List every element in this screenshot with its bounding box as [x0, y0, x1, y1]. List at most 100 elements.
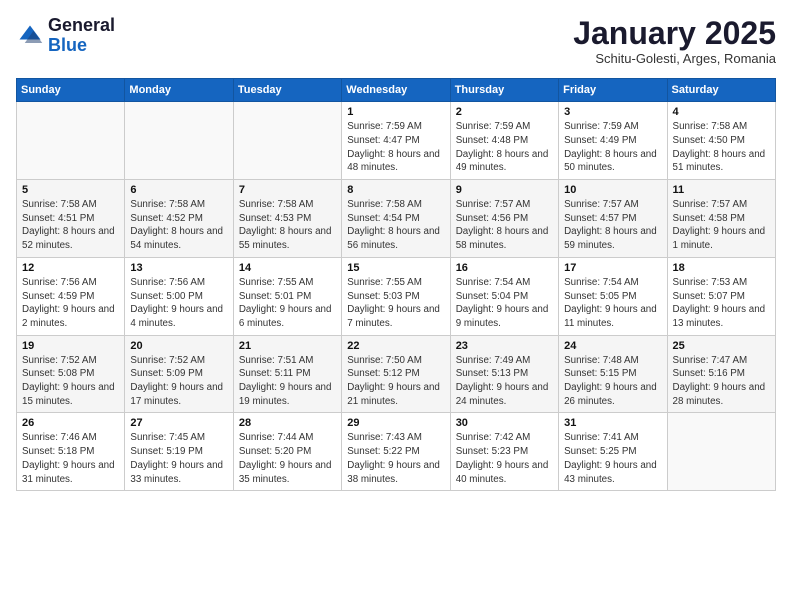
calendar-cell: 23Sunrise: 7:49 AM Sunset: 5:13 PM Dayli…: [450, 335, 558, 413]
day-number: 28: [239, 417, 336, 429]
day-info: Sunrise: 7:59 AM Sunset: 4:47 PM Dayligh…: [347, 120, 444, 175]
day-info: Sunrise: 7:42 AM Sunset: 5:23 PM Dayligh…: [456, 431, 553, 486]
day-info: Sunrise: 7:59 AM Sunset: 4:48 PM Dayligh…: [456, 120, 553, 175]
day-info: Sunrise: 7:50 AM Sunset: 5:12 PM Dayligh…: [347, 354, 444, 409]
calendar-cell: 1 Sunrise: 7:59 AM Sunset: 4:47 PM Daylig…: [342, 102, 450, 180]
day-header-monday: Monday: [125, 79, 233, 102]
day-number: 2: [456, 106, 553, 118]
calendar-cell: 17 Sunrise: 7:54 AM Sunset: 5:05 PM Dayli…: [559, 257, 667, 335]
day-number: 1: [347, 106, 444, 118]
calendar-cell: 30 Sunrise: 7:42 AM Sunset: 5:23 PM Dayli…: [450, 413, 558, 491]
day-number: 29: [347, 417, 444, 429]
day-info: Sunrise: 7:58 AM Sunset: 4:52 PM Dayligh…: [130, 198, 227, 253]
day-number: 15: [347, 262, 444, 274]
day-number: 21: [239, 340, 336, 352]
day-number: 12: [22, 262, 119, 274]
day-info: Sunrise: 7:58 AM Sunset: 4:53 PM Dayligh…: [239, 198, 336, 253]
calendar-cell: 10 Sunrise: 7:57 AM Sunset: 4:57 PM Dayli…: [559, 180, 667, 258]
calendar-cell: 18Sunrise: 7:53 AM Sunset: 5:07 PM Dayli…: [667, 257, 775, 335]
day-number: 5: [22, 184, 119, 196]
logo: General Blue: [16, 16, 115, 56]
calendar-cell: 16 Sunrise: 7:54 AM Sunset: 5:04 PM Dayli…: [450, 257, 558, 335]
calendar-cell: 21Sunrise: 7:51 AM Sunset: 5:11 PM Dayli…: [233, 335, 341, 413]
day-info: Sunrise: 7:56 AM Sunset: 5:00 PM Dayligh…: [130, 276, 227, 331]
day-number: 4: [673, 106, 770, 118]
calendar-cell: 31Sunrise: 7:41 AM Sunset: 5:25 PM Dayli…: [559, 413, 667, 491]
calendar-cell: [233, 102, 341, 180]
day-number: 30: [456, 417, 553, 429]
calendar-cell: 25 Sunrise: 7:47 AM Sunset: 5:16 PM Dayli…: [667, 335, 775, 413]
day-number: 18: [673, 262, 770, 274]
day-number: 6: [130, 184, 227, 196]
calendar-cell: 4 Sunrise: 7:58 AM Sunset: 4:50 PM Daylig…: [667, 102, 775, 180]
day-info: Sunrise: 7:55 AM Sunset: 5:03 PM Dayligh…: [347, 276, 444, 331]
day-info: Sunrise: 7:44 AM Sunset: 5:20 PM Dayligh…: [239, 431, 336, 486]
calendar-cell: 20Sunrise: 7:52 AM Sunset: 5:09 PM Dayli…: [125, 335, 233, 413]
day-info: Sunrise: 7:59 AM Sunset: 4:49 PM Dayligh…: [564, 120, 661, 175]
calendar-cell: 3Sunrise: 7:59 AM Sunset: 4:49 PM Daylig…: [559, 102, 667, 180]
day-info: Sunrise: 7:52 AM Sunset: 5:09 PM Dayligh…: [130, 354, 227, 409]
page-header: General Blue January 2025 Schitu-Golesti…: [16, 16, 776, 66]
calendar-cell: [17, 102, 125, 180]
day-number: 16: [456, 262, 553, 274]
day-number: 13: [130, 262, 227, 274]
calendar-cell: [667, 413, 775, 491]
day-info: Sunrise: 7:49 AM Sunset: 5:13 PM Dayligh…: [456, 354, 553, 409]
day-info: Sunrise: 7:52 AM Sunset: 5:08 PM Dayligh…: [22, 354, 119, 409]
day-header-saturday: Saturday: [667, 79, 775, 102]
calendar-cell: 15 Sunrise: 7:55 AM Sunset: 5:03 PM Dayli…: [342, 257, 450, 335]
calendar-cell: 19 Sunrise: 7:52 AM Sunset: 5:08 PM Dayli…: [17, 335, 125, 413]
day-number: 10: [564, 184, 661, 196]
day-number: 26: [22, 417, 119, 429]
calendar-table: SundayMondayTuesdayWednesdayThursdayFrid…: [16, 78, 776, 491]
day-info: Sunrise: 7:55 AM Sunset: 5:01 PM Dayligh…: [239, 276, 336, 331]
calendar-cell: 22 Sunrise: 7:50 AM Sunset: 5:12 PM Dayli…: [342, 335, 450, 413]
day-number: 14: [239, 262, 336, 274]
calendar-cell: 7 Sunrise: 7:58 AM Sunset: 4:53 PM Daylig…: [233, 180, 341, 258]
calendar-cell: 8 Sunrise: 7:58 AM Sunset: 4:54 PM Daylig…: [342, 180, 450, 258]
day-info: Sunrise: 7:48 AM Sunset: 5:15 PM Dayligh…: [564, 354, 661, 409]
day-number: 9: [456, 184, 553, 196]
calendar-cell: 29 Sunrise: 7:43 AM Sunset: 5:22 PM Dayli…: [342, 413, 450, 491]
day-number: 17: [564, 262, 661, 274]
day-number: 7: [239, 184, 336, 196]
calendar-week-row: 19 Sunrise: 7:52 AM Sunset: 5:08 PM Dayli…: [17, 335, 776, 413]
day-number: 22: [347, 340, 444, 352]
calendar-cell: 11 Sunrise: 7:57 AM Sunset: 4:58 PM Dayli…: [667, 180, 775, 258]
day-number: 25: [673, 340, 770, 352]
day-number: 24: [564, 340, 661, 352]
day-info: Sunrise: 7:54 AM Sunset: 5:05 PM Dayligh…: [564, 276, 661, 331]
day-info: Sunrise: 7:41 AM Sunset: 5:25 PM Dayligh…: [564, 431, 661, 486]
title-block: January 2025 Schitu-Golesti, Arges, Roma…: [573, 16, 776, 66]
calendar-week-row: 5Sunrise: 7:58 AM Sunset: 4:51 PM Daylig…: [17, 180, 776, 258]
day-info: Sunrise: 7:45 AM Sunset: 5:19 PM Dayligh…: [130, 431, 227, 486]
day-info: Sunrise: 7:46 AM Sunset: 5:18 PM Dayligh…: [22, 431, 119, 486]
day-number: 8: [347, 184, 444, 196]
day-number: 19: [22, 340, 119, 352]
logo-general-text: General: [48, 15, 115, 35]
day-number: 11: [673, 184, 770, 196]
calendar-cell: 14 Sunrise: 7:55 AM Sunset: 5:01 PM Dayli…: [233, 257, 341, 335]
calendar-week-row: 1 Sunrise: 7:59 AM Sunset: 4:47 PM Daylig…: [17, 102, 776, 180]
calendar-cell: 2 Sunrise: 7:59 AM Sunset: 4:48 PM Daylig…: [450, 102, 558, 180]
calendar-cell: 5Sunrise: 7:58 AM Sunset: 4:51 PM Daylig…: [17, 180, 125, 258]
calendar-cell: 27 Sunrise: 7:45 AM Sunset: 5:19 PM Dayli…: [125, 413, 233, 491]
logo-icon: [16, 22, 44, 50]
day-info: Sunrise: 7:43 AM Sunset: 5:22 PM Dayligh…: [347, 431, 444, 486]
day-info: Sunrise: 7:58 AM Sunset: 4:54 PM Dayligh…: [347, 198, 444, 253]
calendar-cell: 28 Sunrise: 7:44 AM Sunset: 5:20 PM Dayli…: [233, 413, 341, 491]
day-number: 27: [130, 417, 227, 429]
location-subtitle: Schitu-Golesti, Arges, Romania: [573, 51, 776, 66]
day-info: Sunrise: 7:58 AM Sunset: 4:50 PM Dayligh…: [673, 120, 770, 175]
day-info: Sunrise: 7:57 AM Sunset: 4:57 PM Dayligh…: [564, 198, 661, 253]
day-info: Sunrise: 7:57 AM Sunset: 4:58 PM Dayligh…: [673, 198, 770, 253]
day-info: Sunrise: 7:47 AM Sunset: 5:16 PM Dayligh…: [673, 354, 770, 409]
calendar-week-row: 12Sunrise: 7:56 AM Sunset: 4:59 PM Dayli…: [17, 257, 776, 335]
calendar-cell: 12Sunrise: 7:56 AM Sunset: 4:59 PM Dayli…: [17, 257, 125, 335]
calendar-cell: 13 Sunrise: 7:56 AM Sunset: 5:00 PM Dayli…: [125, 257, 233, 335]
day-header-friday: Friday: [559, 79, 667, 102]
calendar-cell: 26 Sunrise: 7:46 AM Sunset: 5:18 PM Dayli…: [17, 413, 125, 491]
logo-blue-text: Blue: [48, 35, 87, 55]
calendar-week-row: 26 Sunrise: 7:46 AM Sunset: 5:18 PM Dayli…: [17, 413, 776, 491]
day-info: Sunrise: 7:54 AM Sunset: 5:04 PM Dayligh…: [456, 276, 553, 331]
